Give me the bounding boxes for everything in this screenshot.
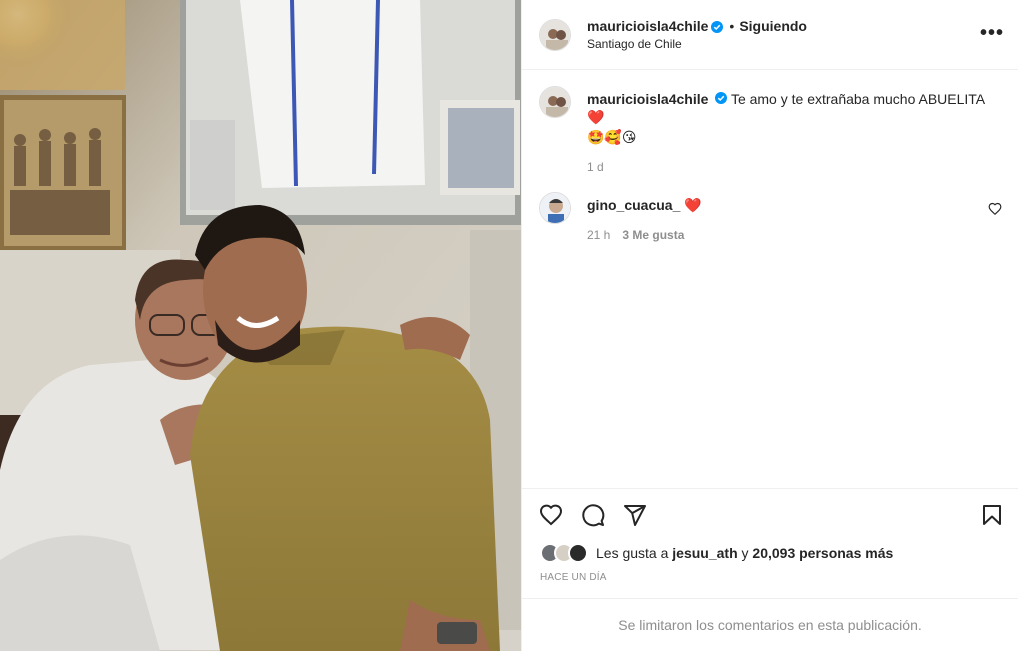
post-sidebar: mauricioisla4chile • Siguiendo Santiago …: [521, 0, 1018, 651]
likes-prefix: Les gusta a: [596, 545, 669, 561]
header-top-row: mauricioisla4chile • Siguiendo: [587, 18, 807, 34]
comment-body: gino_cuacua_ ❤️ 21 h 3 Me gusta: [587, 192, 1002, 242]
header-text: mauricioisla4chile • Siguiendo Santiago …: [587, 18, 807, 51]
post-time-ago[interactable]: HACE UN DÍA: [522, 572, 1018, 592]
action-bar-left: [539, 503, 647, 527]
comment-like-heart-icon[interactable]: [988, 202, 1002, 216]
comment-time[interactable]: 21 h: [587, 228, 610, 242]
caption-body: mauricioisla4chile Te amo y te extrañaba…: [587, 86, 1002, 174]
more-options-icon[interactable]: •••: [980, 22, 1004, 45]
verified-badge-icon: [715, 90, 728, 104]
share-send-icon[interactable]: [623, 503, 647, 527]
verified-badge-icon: [711, 20, 724, 33]
comment-meta: 21 h 3 Me gusta: [587, 228, 1002, 242]
following-button[interactable]: Siguiendo: [739, 18, 807, 34]
likes-count[interactable]: 20,093 personas más: [752, 545, 893, 561]
comment-item: gino_cuacua_ ❤️ 21 h 3 Me gusta: [539, 192, 1002, 242]
post-photo[interactable]: [0, 0, 521, 651]
comment-text-line: gino_cuacua_ ❤️: [587, 192, 1002, 214]
post-header: mauricioisla4chile • Siguiendo Santiago …: [522, 0, 1018, 70]
comments-limited-notice: Se limitaron los comentarios en esta pub…: [522, 598, 1018, 651]
likes-middle: y: [741, 545, 749, 561]
author-username[interactable]: mauricioisla4chile: [587, 18, 708, 34]
author-avatar[interactable]: [539, 18, 571, 51]
caption-emojis: 🤩🥰😘: [587, 129, 637, 145]
header-separator: •: [729, 18, 735, 34]
commenter-avatar[interactable]: [539, 192, 571, 224]
commenter-username[interactable]: gino_cuacua_: [587, 197, 680, 213]
liker-avatars: [540, 543, 588, 563]
caption: mauricioisla4chile Te amo y te extrañaba…: [539, 86, 1002, 174]
liker-avatar: [568, 543, 588, 563]
action-bar-right: [980, 503, 1004, 527]
likes-summary[interactable]: Les gusta a jesuu_ath y 20,093 personas …: [522, 540, 1018, 566]
caption-text-line: mauricioisla4chile Te amo y te extrañaba…: [587, 86, 1002, 126]
caption-avatar[interactable]: [539, 86, 571, 118]
comment-likes[interactable]: 3 Me gusta: [622, 228, 684, 242]
heart-emoji: ❤️: [587, 109, 605, 125]
comment-heart-emoji: ❤️: [684, 197, 702, 213]
caption-meta: 1 d: [587, 160, 1002, 174]
like-heart-icon[interactable]: [539, 503, 563, 527]
comments-section: mauricioisla4chile Te amo y te extrañaba…: [522, 70, 1018, 488]
comment-icon[interactable]: [581, 503, 605, 527]
caption-time[interactable]: 1 d: [587, 160, 604, 174]
post-location[interactable]: Santiago de Chile: [587, 37, 807, 51]
likes-user[interactable]: jesuu_ath: [672, 545, 737, 561]
save-bookmark-icon[interactable]: [980, 503, 1004, 527]
post-image: [0, 0, 521, 651]
action-bar: [522, 488, 1018, 540]
post-modal: mauricioisla4chile • Siguiendo Santiago …: [0, 0, 1018, 651]
caption-username[interactable]: mauricioisla4chile: [587, 91, 708, 107]
caption-text: Te amo y te extrañaba mucho ABUELITA: [730, 91, 985, 107]
